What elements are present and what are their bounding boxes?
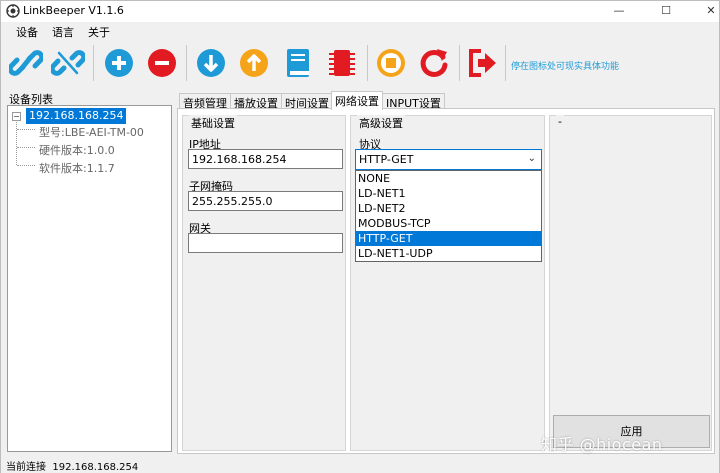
toolbar: 停在图标处可现实具体功能: [1, 41, 719, 87]
collapse-toggle[interactable]: −: [12, 112, 21, 121]
protocol-option-http-get[interactable]: HTTP-GET: [356, 231, 541, 246]
protocol-dropdown-list: NONE LD-NET1 LD-NET2 MODBUS-TCP HTTP-GET…: [355, 170, 542, 262]
ip-address-input[interactable]: [188, 149, 343, 169]
status-label: 当前连接: [6, 462, 46, 473]
advanced-settings-group: 高级设置 协议 HTTP-GET ⌄ NONE LD-NET1 LD-NET2 …: [350, 115, 545, 451]
device-tree[interactable]: − 192.168.168.254 型号:LBE-AEI-TM-00 硬件版本:…: [7, 105, 172, 452]
refresh-icon: [420, 49, 448, 77]
window-title: LinkBeeper V1.1.6: [23, 4, 124, 17]
restart-button[interactable]: [417, 45, 451, 81]
app-logo-icon: [6, 4, 20, 18]
tree-connector: [17, 147, 35, 148]
toolbar-separator: [459, 45, 460, 81]
link-icon: [9, 50, 43, 76]
protocol-select[interactable]: HTTP-GET ⌄: [355, 149, 542, 170]
disconnect-button[interactable]: [51, 45, 85, 81]
advanced-settings-title: 高级设置: [357, 115, 405, 131]
subnet-mask-input[interactable]: [188, 191, 343, 211]
close-button[interactable]: ✕: [691, 1, 720, 22]
minimize-button[interactable]: —: [599, 1, 639, 22]
remove-icon: [148, 49, 176, 77]
add-device-button[interactable]: [102, 45, 136, 81]
menu-language[interactable]: 语言: [49, 24, 77, 40]
toolbar-hint: 停在图标处可现实具体功能: [511, 62, 620, 72]
download-icon: [197, 49, 225, 77]
watermark: 知乎 @hiocean: [541, 435, 663, 454]
basic-settings-group: 基础设置 IP地址 子网掩码 网关: [182, 115, 346, 451]
tab-playback-settings[interactable]: 播放设置: [230, 93, 282, 110]
tab-network-settings[interactable]: 网络设置: [331, 91, 383, 110]
stop-icon: [377, 49, 405, 77]
stop-button[interactable]: [374, 45, 408, 81]
tree-node-ip[interactable]: 192.168.168.254: [26, 108, 127, 124]
title-bar: LinkBeeper V1.1.6 — ☐ ✕: [1, 1, 719, 22]
protocol-selected-value: HTTP-GET: [359, 153, 414, 166]
connect-button[interactable]: [9, 45, 43, 81]
protocol-option-modbus-tcp[interactable]: MODBUS-TCP: [356, 216, 541, 231]
status-bar: 当前连接 192.168.168.254: [1, 456, 719, 473]
unlink-icon: [51, 50, 85, 76]
right-group-title: -: [556, 115, 564, 128]
exit-button[interactable]: [465, 45, 499, 81]
tree-node-software-version[interactable]: 软件版本:1.1.7: [39, 160, 115, 176]
download-button[interactable]: [194, 45, 228, 81]
status-value: 192.168.168.254: [52, 462, 139, 473]
network-settings-panel: 基础设置 IP地址 子网掩码 网关 高级设置 协议 HTTP-GET ⌄ NON…: [177, 108, 715, 454]
tab-audio-management[interactable]: 音频管理: [179, 93, 231, 110]
book-icon: [287, 49, 309, 77]
remove-device-button[interactable]: [145, 45, 179, 81]
protocol-option-ld-net1-udp[interactable]: LD-NET1-UDP: [356, 246, 541, 261]
app-window: LinkBeeper V1.1.6 — ☐ ✕ 设备 语言 关于 停在图标处可现…: [0, 0, 720, 473]
maximize-button[interactable]: ☐: [646, 1, 686, 22]
tree-connector: [17, 129, 35, 130]
toolbar-separator: [367, 45, 368, 81]
chip-icon: [329, 50, 355, 76]
menu-bar: 设备 语言 关于: [1, 22, 719, 41]
toolbar-separator: [186, 45, 187, 81]
basic-settings-title: 基础设置: [189, 115, 237, 131]
tree-connector: [17, 165, 35, 166]
menu-device[interactable]: 设备: [13, 24, 41, 40]
protocol-option-ld-net2[interactable]: LD-NET2: [356, 201, 541, 216]
right-settings-group: - 应用: [549, 115, 712, 451]
menu-about[interactable]: 关于: [85, 24, 113, 40]
tree-node-hardware-version[interactable]: 硬件版本:1.0.0: [39, 142, 115, 158]
add-icon: [105, 49, 133, 77]
tree-node-model[interactable]: 型号:LBE-AEI-TM-00: [39, 124, 144, 140]
manual-button[interactable]: [281, 45, 315, 81]
protocol-option-ld-net1[interactable]: LD-NET1: [356, 186, 541, 201]
exit-icon: [469, 49, 496, 77]
protocol-option-none[interactable]: NONE: [356, 171, 541, 186]
upload-button[interactable]: [237, 45, 271, 81]
tab-time-settings[interactable]: 时间设置: [281, 93, 333, 110]
toolbar-separator: [93, 45, 94, 81]
upload-icon: [240, 49, 268, 77]
chevron-down-icon: ⌄: [527, 153, 536, 164]
tab-input-settings[interactable]: INPUT设置: [382, 93, 445, 110]
connection-status: 当前连接 192.168.168.254: [6, 458, 138, 473]
toolbar-separator: [505, 45, 506, 81]
gateway-input[interactable]: [188, 233, 343, 253]
chip-button[interactable]: [325, 45, 359, 81]
